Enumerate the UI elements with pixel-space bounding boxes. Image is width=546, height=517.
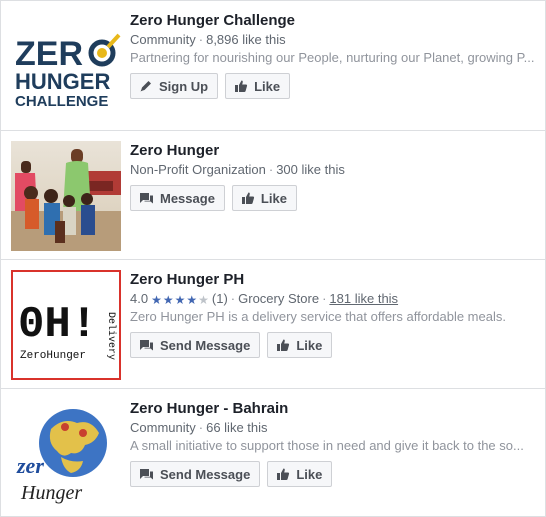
result-item: ZER HUNGER CHALLENGE Zero Hunger Challen… [1,1,545,131]
svg-text:ZER: ZER [15,35,83,73]
result-description: A small initiative to support those in n… [130,438,524,453]
star-icon: ★ [151,293,162,307]
thumbs-up-icon [276,338,290,352]
svg-text:ZeroHunger: ZeroHunger [20,350,86,362]
category-label: Community [130,32,196,47]
svg-text:0H!: 0H! [18,300,97,350]
message-icon [139,338,154,352]
result-item: zer Hunger Zero Hunger - Bahrain Communi… [1,389,545,517]
thumbs-up-icon [234,79,248,93]
svg-text:Delivery: Delivery [105,312,117,360]
star-icon: ★ [174,293,186,307]
thumbs-up-icon [276,467,290,481]
result-title[interactable]: Zero Hunger Challenge [130,11,537,31]
svg-text:Hunger: Hunger [20,482,82,504]
children-photo [11,141,121,251]
like-button[interactable]: Like [225,73,291,99]
result-thumbnail[interactable]: 0H! ZeroHunger Delivery [11,270,121,380]
sign-up-button[interactable]: Sign Up [130,73,219,99]
result-description: Partnering for nourishing our People, nu… [130,50,535,65]
like-button[interactable]: Like [231,185,297,211]
like-button[interactable]: Like [267,332,333,358]
review-count: (1) [211,291,228,306]
result-meta: 4.0 ★ ★ ★ ★ ★ (1) · Grocery Store · 181 like this [130,291,399,307]
svg-text:CHALLENGE: CHALLENGE [15,93,108,110]
result-description: Zero Hunger PH is a delivery service tha… [130,309,506,324]
zero-hunger-bahrain-logo: zer Hunger [11,399,121,509]
result-title[interactable]: Zero Hunger PH [130,270,537,290]
likes-count: 8,896 like this [206,32,286,47]
category-label: Non-Profit Organization [130,162,266,177]
rating-value: 4.0 [130,291,149,306]
send-message-button[interactable]: Send Message [130,461,261,487]
like-button[interactable]: Like [267,461,333,487]
message-button[interactable]: Message [130,185,225,211]
result-title[interactable]: Zero Hunger [130,141,537,161]
message-icon [139,191,154,205]
thumbs-up-icon [241,191,255,205]
result-thumbnail[interactable]: ZER HUNGER CHALLENGE [11,11,121,121]
category-label: Grocery Store [238,291,320,306]
likes-count: 66 like this [206,420,268,435]
result-item: Zero Hunger Non-Profit Organization · 300 … [1,131,545,260]
search-results-list: ZER HUNGER CHALLENGE Zero Hunger Challen… [0,0,546,517]
result-item: 0H! ZeroHunger Delivery Zero Hunger PH 4… [1,260,545,389]
result-meta: Community · 8,896 like this [130,32,286,47]
likes-count: 300 like this [276,162,345,177]
star-icon: ★ [162,293,174,307]
category-label: Community [130,420,196,435]
result-thumbnail[interactable]: zer Hunger [11,399,121,509]
likes-link[interactable]: 181 like this [329,291,398,306]
result-meta: Community · 66 like this [130,420,268,435]
zero-hunger-challenge-logo: ZER HUNGER CHALLENGE [11,11,121,121]
svg-text:zer: zer [16,453,44,478]
svg-text:HUNGER: HUNGER [15,69,110,94]
zero-hunger-ph-logo: 0H! ZeroHunger Delivery [11,270,121,380]
rating-stars: ★ ★ ★ ★ ★ [151,294,209,306]
result-thumbnail[interactable] [11,141,121,251]
star-icon: ★ [186,293,198,307]
send-message-button[interactable]: Send Message [130,332,261,358]
pencil-icon [139,79,153,93]
star-icon: ★ [198,293,209,307]
result-title[interactable]: Zero Hunger - Bahrain [130,399,537,419]
result-meta: Non-Profit Organization · 300 like this [130,162,345,177]
message-icon [139,467,154,481]
